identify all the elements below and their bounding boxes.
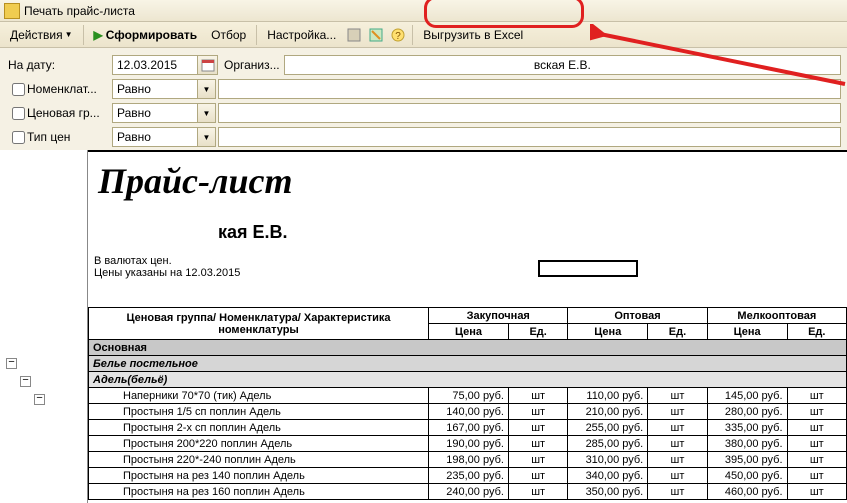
titlebar: Печать прайс-листа	[0, 0, 847, 22]
org-label: Организ...	[224, 58, 280, 72]
note-date: Цены указаны на 12.03.2015	[88, 267, 847, 279]
header-col2: Оптовая	[568, 308, 707, 324]
header-unit: Ед.	[508, 324, 567, 340]
toolbar: Действия▼ ▶ Сформировать Отбор Настройка…	[0, 22, 847, 48]
chevron-down-icon[interactable]: ▼	[198, 79, 216, 99]
tree-gutter: − − −	[0, 150, 88, 503]
note-currencies: В валютах цен.	[88, 243, 847, 267]
pricegroup-checkbox[interactable]	[12, 107, 25, 120]
header-col1: Закупочная	[429, 308, 568, 324]
nomenclature-label: Номенклат...	[27, 82, 97, 96]
table-row: Адель(бельё)	[89, 372, 847, 388]
date-label: На дату:	[6, 58, 112, 72]
play-icon: ▶	[94, 28, 103, 42]
actions-menu[interactable]: Действия▼	[4, 26, 79, 44]
table-row: Простыня 1/5 сп поплин Адель140,00 руб.ш…	[89, 404, 847, 420]
settings-button[interactable]: Настройка...	[261, 26, 342, 44]
date-input[interactable]	[112, 55, 198, 75]
tree-collapse-2[interactable]: −	[20, 376, 31, 387]
filters-panel: На дату: Организ... Номенклат... Равно ▼…	[0, 48, 847, 156]
header-name: Ценовая группа/ Номенклатура/ Характерис…	[89, 308, 429, 340]
price-table: Ценовая группа/ Номенклатура/ Характерис…	[88, 307, 847, 500]
window-title: Печать прайс-листа	[24, 4, 135, 18]
header-unit: Ед.	[648, 324, 707, 340]
generate-button[interactable]: ▶ Сформировать	[88, 26, 204, 44]
filter-button[interactable]: Отбор	[205, 26, 252, 44]
pricegroup-value[interactable]	[218, 103, 841, 123]
tree-collapse-1[interactable]: −	[6, 358, 17, 369]
table-row: Простыня на рез 160 поплин Адель240,00 р…	[89, 484, 847, 500]
price-list-subtitle: кая Е.В.	[88, 202, 847, 243]
table-row: Простыня 200*220 поплин Адель190,00 руб.…	[89, 436, 847, 452]
table-row: Простыня на рез 140 поплин Адель235,00 р…	[89, 468, 847, 484]
table-row: Простыня 2-х сп поплин Адель167,00 руб.ш…	[89, 420, 847, 436]
table-row: Простыня 220*-240 поплин Адель198,00 руб…	[89, 452, 847, 468]
calendar-icon[interactable]	[198, 55, 218, 75]
table-row: Белье постельное	[89, 356, 847, 372]
pricetype-label: Тип цен	[27, 130, 70, 144]
header-col3: Мелкооптовая	[707, 308, 846, 324]
toolbar-icon-1[interactable]	[344, 25, 364, 45]
app-icon	[4, 3, 20, 19]
report-area: − − − Прайс-лист кая Е.В. В валютах цен.…	[0, 150, 847, 503]
toolbar-icon-2[interactable]	[366, 25, 386, 45]
header-price: Цена	[707, 324, 787, 340]
placeholder-box	[538, 260, 638, 277]
table-row: Наперники 70*70 (тик) Адель75,00 руб.шт1…	[89, 388, 847, 404]
nomenclature-value[interactable]	[218, 79, 841, 99]
help-icon[interactable]: ?	[388, 25, 408, 45]
pricetype-checkbox[interactable]	[12, 131, 25, 144]
header-unit: Ед.	[787, 324, 846, 340]
price-list-title: Прайс-лист	[88, 152, 847, 202]
header-price: Цена	[429, 324, 509, 340]
chevron-down-icon: ▼	[65, 30, 73, 39]
nomenclature-op[interactable]: Равно	[112, 79, 198, 99]
nomenclature-checkbox[interactable]	[12, 83, 25, 96]
export-excel-button[interactable]: Выгрузить в Excel	[417, 26, 529, 44]
svg-text:?: ?	[396, 31, 402, 42]
report-content: Прайс-лист кая Е.В. В валютах цен. Цены …	[88, 150, 847, 503]
pricetype-value[interactable]	[218, 127, 841, 147]
pricetype-op[interactable]: Равно	[112, 127, 198, 147]
org-input[interactable]	[284, 55, 841, 75]
chevron-down-icon[interactable]: ▼	[198, 103, 216, 123]
pricegroup-label: Ценовая гр...	[27, 106, 100, 120]
table-row: Основная	[89, 340, 847, 356]
chevron-down-icon[interactable]: ▼	[198, 127, 216, 147]
pricegroup-op[interactable]: Равно	[112, 103, 198, 123]
header-price: Цена	[568, 324, 648, 340]
tree-collapse-3[interactable]: −	[34, 394, 45, 405]
